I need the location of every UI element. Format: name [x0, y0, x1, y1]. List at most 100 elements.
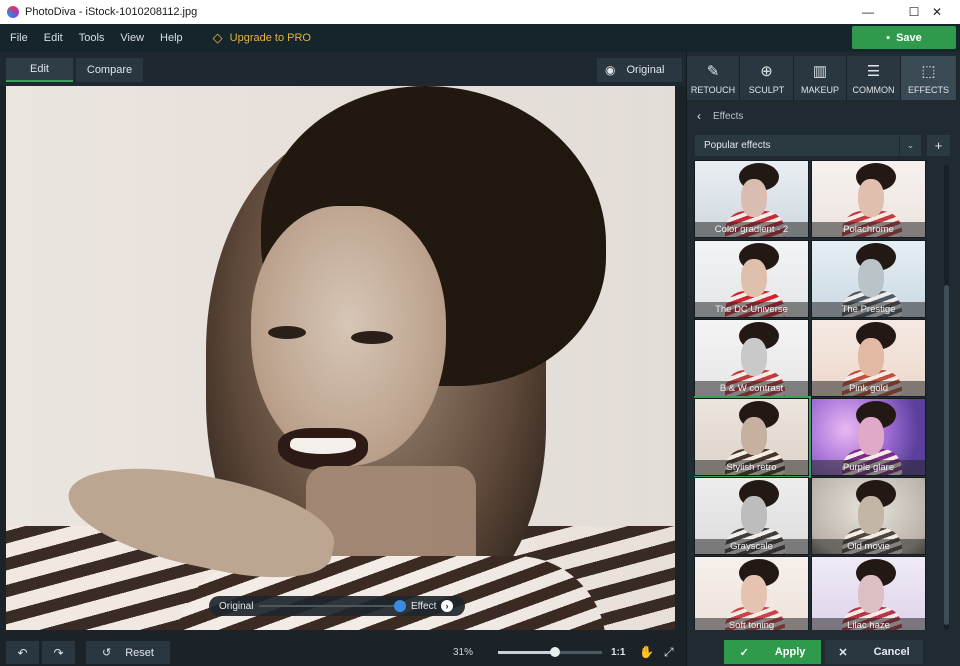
effect-thumb-soft-toning[interactable]: Soft toning	[694, 556, 809, 630]
effect-label: Pink gold	[812, 381, 925, 396]
upgrade-label: Upgrade to PRO	[229, 32, 311, 44]
effect-thumb-bw-contrast[interactable]: B & W contrast	[694, 319, 809, 397]
reset-button[interactable]: ↺ Reset	[86, 641, 170, 664]
breadcrumb: ‹ Effects	[687, 104, 960, 128]
eye-icon: ◉	[605, 63, 616, 77]
undo-icon: ↶	[17, 645, 28, 660]
show-original-button[interactable]: ◉ Original	[597, 58, 682, 82]
save-label: Save	[896, 31, 922, 44]
undo-button[interactable]: ↶	[6, 641, 39, 664]
breadcrumb-label: Effects	[713, 110, 744, 122]
effect-thumb-stylish-retro[interactable]: Stylish retro	[694, 396, 811, 478]
effect-thumb-polachrome[interactable]: Polachrome	[811, 160, 926, 238]
title-bar: PhotoDiva - iStock-1010208112.jpg — ☐ ✕	[0, 0, 960, 24]
retouch-icon: ✎	[706, 62, 720, 80]
original-effect-slider[interactable]: Original Effect ›	[209, 596, 465, 616]
dropdown-value: Popular effects	[704, 140, 771, 151]
reset-icon: ↺	[102, 647, 112, 659]
effect-label: Soft toning	[695, 618, 808, 630]
sliders-icon: ☰	[866, 62, 881, 80]
redo-icon: ↷	[53, 645, 64, 660]
upgrade-to-pro-link[interactable]: ◇ Upgrade to PRO	[213, 30, 311, 46]
floppy-disk-icon: ▪	[886, 31, 891, 44]
hand-pan-icon[interactable]: ✋	[639, 645, 654, 659]
makeup-icon: ▥	[812, 62, 828, 80]
apply-button[interactable]: ✓ Apply	[724, 640, 821, 664]
effects-scrollbar[interactable]	[944, 165, 949, 630]
slider-effect-label: Effect	[411, 600, 437, 612]
slider-track[interactable]	[259, 605, 395, 607]
effect-thumb-pink-gold[interactable]: Pink gold	[811, 319, 926, 397]
effects-icon: ⬚	[921, 62, 936, 80]
right-panel: ✎ RETOUCH ⊕ SCULPT ▥ MAKEUP ☰ COMMON ⬚ E…	[686, 52, 960, 666]
effect-thumb-dc-universe[interactable]: The DC Universe	[694, 240, 809, 318]
cancel-label: Cancel	[873, 646, 910, 658]
window-title: PhotoDiva - iStock-1010208112.jpg	[25, 6, 198, 18]
tab-makeup[interactable]: ▥ MAKEUP	[794, 56, 847, 100]
effect-thumb-lilac-haze[interactable]: Lilac haze	[811, 556, 926, 630]
tab-label: RETOUCH	[690, 84, 736, 95]
photo-canvas[interactable]	[6, 86, 675, 630]
menu-file[interactable]: File	[4, 32, 34, 44]
sculpt-icon: ⊕	[760, 62, 773, 80]
zoom-slider[interactable]	[498, 647, 602, 657]
reset-label: Reset	[125, 646, 154, 659]
effect-label: Stylish retro	[695, 460, 808, 475]
zoom-slider-knob[interactable]	[550, 647, 561, 657]
tab-retouch[interactable]: ✎ RETOUCH	[687, 56, 740, 100]
close-window-button[interactable]: ✕	[914, 0, 960, 24]
effect-label: B & W contrast	[695, 381, 808, 396]
bottom-bar: ↶ ↷ ↺ Reset 31% 1:1 ✋ ⤢	[0, 638, 686, 666]
effect-label: Old movie	[812, 539, 925, 554]
menu-bar: File Edit Tools View Help ◇ Upgrade to P…	[0, 24, 960, 52]
effect-thumb-color-gradient[interactable]: Color gradient - 2	[694, 160, 809, 238]
minimize-button[interactable]: —	[845, 0, 891, 24]
effect-label: Purple glare	[812, 460, 925, 475]
menu-view[interactable]: View	[114, 32, 150, 44]
view-toolbar: Edit Compare ◉ Original	[0, 52, 686, 86]
menu-tools[interactable]: Tools	[73, 32, 111, 44]
cancel-button[interactable]: ✕ Cancel	[825, 640, 923, 664]
tab-label: SCULPT	[748, 84, 785, 95]
tab-effects[interactable]: ⬚ EFFECTS	[901, 56, 957, 100]
tool-tabs: ✎ RETOUCH ⊕ SCULPT ▥ MAKEUP ☰ COMMON ⬚ E…	[687, 56, 960, 100]
tab-edit[interactable]: Edit	[6, 58, 73, 82]
close-icon: ✕	[838, 646, 848, 659]
effect-label: The Prestige	[812, 302, 925, 317]
effect-label: Lilac haze	[812, 618, 925, 630]
chevron-left-icon[interactable]: ‹	[697, 109, 701, 123]
add-effect-button[interactable]: +	[927, 135, 950, 156]
effect-label: Grayscale	[695, 539, 808, 554]
original-label: Original	[626, 64, 665, 76]
save-button[interactable]: ▪ Save	[852, 26, 956, 49]
tab-compare[interactable]: Compare	[76, 58, 143, 82]
effect-thumb-old-movie[interactable]: Old movie	[811, 477, 926, 555]
menu-help[interactable]: Help	[154, 32, 189, 44]
actual-size-button[interactable]: 1:1	[611, 647, 625, 658]
plus-icon: +	[934, 138, 943, 153]
menu-edit[interactable]: Edit	[38, 32, 69, 44]
checkmark-icon: ✓	[739, 646, 749, 659]
effect-thumb-prestige[interactable]: The Prestige	[811, 240, 926, 318]
effect-label: Polachrome	[812, 222, 925, 237]
zoom-slider-fill	[498, 651, 556, 654]
effect-thumb-grayscale[interactable]: Grayscale	[694, 477, 809, 555]
slider-knob[interactable]	[394, 600, 406, 612]
app-logo-icon	[7, 6, 19, 18]
tab-sculpt[interactable]: ⊕ SCULPT	[740, 56, 794, 100]
redo-button[interactable]: ↷	[42, 641, 75, 664]
diamond-icon: ◇	[212, 30, 223, 45]
effect-label: Color gradient - 2	[695, 222, 808, 237]
apply-label: Apply	[774, 646, 806, 658]
slider-original-label: Original	[219, 600, 254, 612]
tab-common[interactable]: ☰ COMMON	[847, 56, 901, 100]
tab-label: COMMON	[852, 84, 895, 95]
effect-label: The DC Universe	[695, 302, 808, 317]
effects-category-select[interactable]: Popular effects ⌄	[695, 135, 921, 156]
effects-grid: Color gradient - 2 Polachrome The DC Uni…	[694, 160, 926, 630]
effect-thumb-purple-glare[interactable]: Purple glare	[811, 398, 926, 476]
scrollbar-thumb[interactable]	[944, 285, 949, 625]
tab-label: EFFECTS	[907, 84, 949, 95]
arrow-right-icon[interactable]: ›	[441, 600, 453, 612]
fit-to-screen-icon[interactable]: ⤢	[664, 645, 674, 660]
